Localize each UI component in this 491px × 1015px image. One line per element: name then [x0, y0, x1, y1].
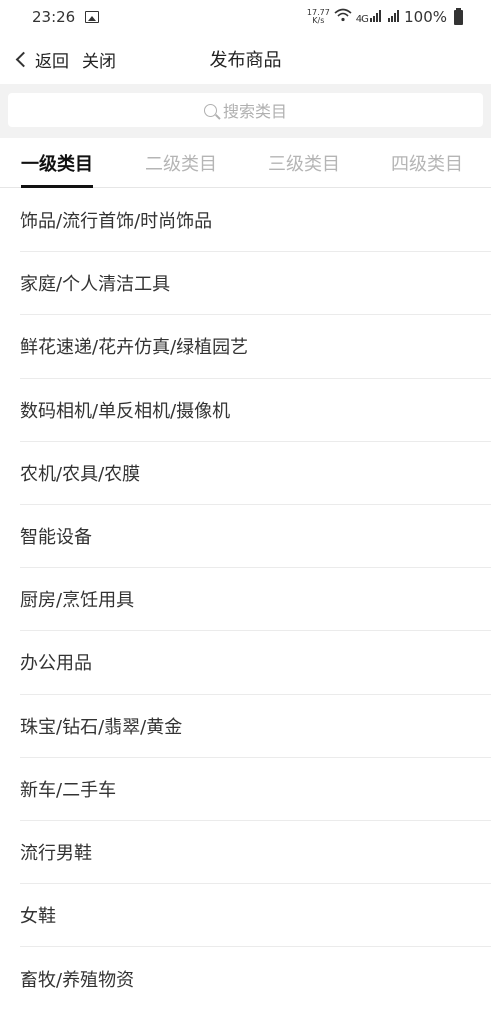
battery-percent: 100%	[404, 8, 447, 26]
status-bar: 23:26 17.77 K/s 4G 100%	[0, 0, 491, 34]
status-time: 23:26	[32, 8, 76, 26]
list-item[interactable]: 珠宝/钻石/翡翠/黄金	[20, 695, 491, 758]
list-item[interactable]: 新车/二手车	[20, 758, 491, 821]
list-item[interactable]: 家庭/个人清洁工具	[20, 252, 491, 316]
list-item[interactable]: 饰品/流行首饰/时尚饰品	[20, 189, 491, 253]
image-icon	[85, 11, 100, 23]
nav-bar: 返回 关闭 发布商品	[0, 34, 491, 84]
tab-level-4[interactable]: 四级类目	[391, 138, 463, 188]
category-level-tabs: 一级类目 二级类目 三级类目 四级类目	[0, 138, 491, 188]
search-area: 搜索类目	[0, 84, 491, 138]
tab-level-3[interactable]: 三级类目	[268, 138, 340, 188]
signal-icon-2	[386, 9, 400, 25]
search-icon	[203, 103, 217, 117]
list-item[interactable]: 农机/农具/农膜	[20, 442, 491, 505]
page-title: 发布商品	[209, 50, 282, 71]
list-item[interactable]: 厨房/烹饪用具	[20, 568, 491, 632]
search-input[interactable]: 搜索类目	[8, 93, 483, 127]
wifi-icon	[334, 8, 352, 26]
list-item[interactable]: 鲜花速递/花卉仿真/绿植园艺	[20, 315, 491, 379]
network-speed: 17.77 K/s	[306, 8, 330, 25]
signal-icon: 4G	[356, 9, 382, 25]
search-placeholder: 搜索类目	[222, 102, 287, 121]
category-list: 饰品/流行首饰/时尚饰品 家庭/个人清洁工具 鲜花速递/花卉仿真/绿植园艺 数码…	[20, 189, 491, 1010]
list-item[interactable]: 数码相机/单反相机/摄像机	[20, 379, 491, 442]
list-item[interactable]: 办公用品	[20, 631, 491, 695]
list-item[interactable]: 流行男鞋	[20, 821, 491, 885]
battery-icon	[454, 7, 463, 25]
tab-level-2[interactable]: 二级类目	[145, 138, 217, 188]
tab-level-1[interactable]: 一级类目	[21, 138, 93, 188]
list-item[interactable]: 智能设备	[20, 505, 491, 569]
list-item[interactable]: 畜牧/养殖物资	[20, 947, 491, 1010]
list-item[interactable]: 女鞋	[20, 884, 491, 948]
